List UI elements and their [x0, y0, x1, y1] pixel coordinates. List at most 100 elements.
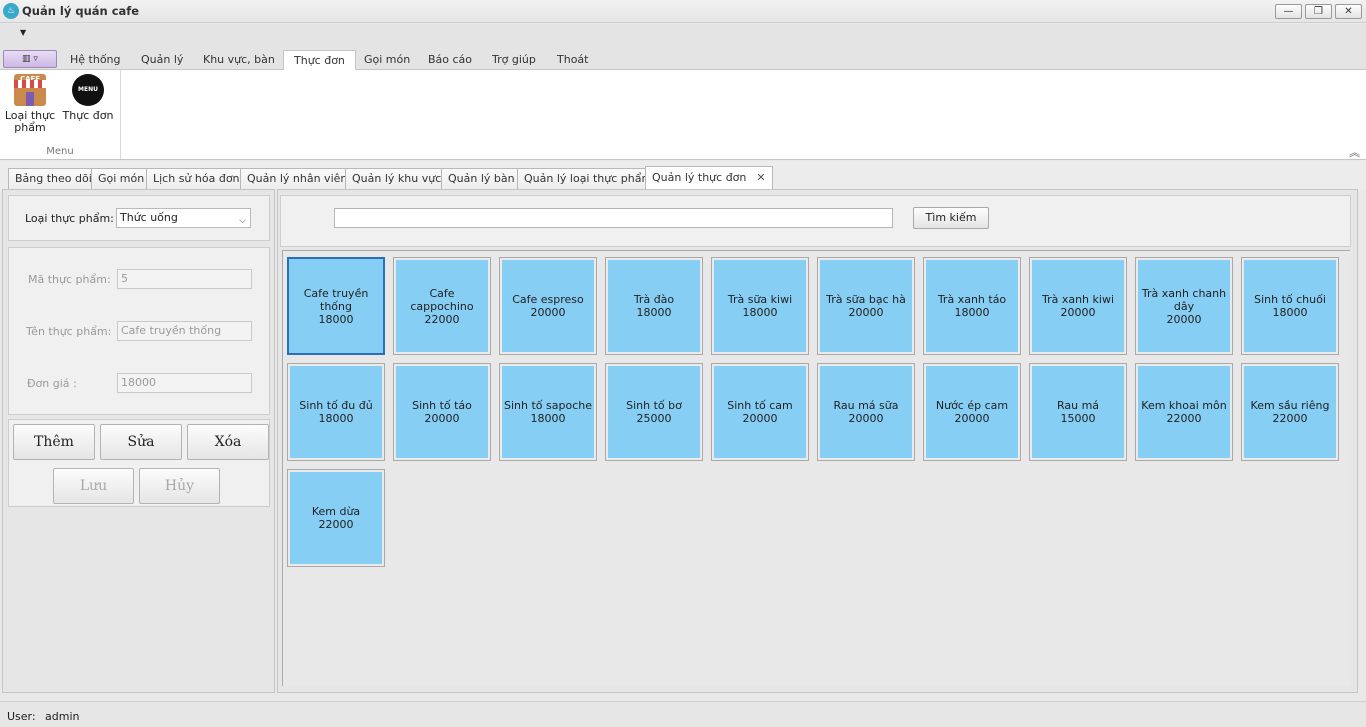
menu-item-tile[interactable]: Rau má 15000 — [1029, 363, 1127, 461]
application-menu-button[interactable]: ▥ ▿ — [3, 50, 57, 68]
price-label: Đơn giá : — [27, 377, 77, 390]
doc-tab-quan-ly-loai-thuc-pham[interactable]: Quản lý loại thực phẩm — [517, 168, 660, 190]
delete-button[interactable]: Xóa — [187, 424, 269, 460]
menu-item-price: 20000 — [1060, 306, 1096, 319]
doc-tab-quan-ly-nhan-vien[interactable]: Quản lý nhân viên — [240, 168, 355, 190]
menu-item-tile[interactable]: Trà xanh chanh dây 20000 — [1135, 257, 1233, 355]
menu-item-tile[interactable]: Cafe cappochino 22000 — [393, 257, 491, 355]
doc-tab-label: Quản lý thực đơn — [652, 171, 747, 184]
ribbon-tab-thuc-don[interactable]: Thực đơn — [283, 50, 356, 71]
menu-badge-icon: MENU — [72, 74, 104, 106]
save-button[interactable]: Lưu — [53, 468, 134, 504]
close-tab-icon[interactable]: ✕ — [756, 171, 765, 184]
app-icon: ♨ — [3, 3, 19, 19]
cancel-button[interactable]: Hủy — [139, 468, 220, 504]
menu-item-tile[interactable]: Nước ép cam 20000 — [923, 363, 1021, 461]
menu-item-price: 20000 — [954, 412, 990, 425]
search-input[interactable] — [334, 208, 893, 228]
ribbon-tab-bao-cao[interactable]: Báo cáo — [418, 50, 482, 71]
quick-access-toolbar — [0, 24, 1366, 46]
menu-item-price: 20000 — [530, 306, 566, 319]
menu-item-price: 20000 — [742, 412, 778, 425]
menu-item-price: 22000 — [318, 518, 354, 531]
restore-button[interactable]: ❐ — [1305, 4, 1332, 19]
ribbon-tab-thoat[interactable]: Thoát — [547, 50, 598, 71]
quick-access-dropdown-icon[interactable]: ▼ — [20, 28, 26, 37]
menu-item-name: Sinh tố táo — [412, 399, 472, 412]
menu-item-price: 22000 — [424, 312, 460, 326]
menu-item-price: 22000 — [1166, 412, 1202, 425]
menu-item-price: 20000 — [848, 412, 884, 425]
menu-item-name: Sinh tố cam — [727, 399, 793, 412]
menu-item-name: Cafe espreso — [512, 293, 584, 306]
chevron-down-icon: ⌵ — [239, 216, 246, 226]
menu-item-name: Sinh tố bơ — [626, 399, 682, 412]
ribbon-group-label: Menu — [46, 146, 74, 157]
menu-item-price: 18000 — [1272, 306, 1308, 319]
menu-item-tile[interactable]: Trà xanh táo 18000 — [923, 257, 1021, 355]
collapse-ribbon-icon[interactable]: ︽ — [1349, 144, 1360, 160]
menu-item-tile[interactable]: Cafe espreso 20000 — [499, 257, 597, 355]
menu-item-tile[interactable]: Sinh tố cam 20000 — [711, 363, 809, 461]
thuc-don-button[interactable]: MENU Thực đơn — [62, 74, 114, 122]
menu-item-tile[interactable]: Trà đào 18000 — [605, 257, 703, 355]
category-panel: Loại thực phẩm: Thức uống ⌵ — [8, 195, 270, 241]
doc-tab-bang-theo-doi[interactable]: Bảng theo dõi — [8, 168, 99, 190]
menu-item-tile[interactable]: Sinh tố bơ 25000 — [605, 363, 703, 461]
name-field[interactable]: Cafe truyền thống — [117, 321, 252, 341]
ribbon-tab-he-thong[interactable]: Hệ thống — [60, 50, 131, 71]
doc-tab-quan-ly-khu-vuc[interactable]: Quản lý khu vực — [345, 168, 449, 190]
name-label: Tên thực phẩm: — [26, 325, 112, 338]
title-bar: ♨ Quản lý quán cafe — ❐ ✕ — [0, 0, 1366, 23]
category-select[interactable]: Thức uống ⌵ — [116, 208, 251, 228]
menu-item-tile[interactable]: Sinh tố sapoche 18000 — [499, 363, 597, 461]
menu-item-tile[interactable]: Sinh tố táo 20000 — [393, 363, 491, 461]
code-label: Mã thực phẩm: — [28, 273, 111, 286]
menu-item-tile[interactable]: Kem khoai môn 22000 — [1135, 363, 1233, 461]
code-field[interactable]: 5 — [117, 269, 252, 289]
doc-tab-quan-ly-ban[interactable]: Quản lý bàn — [441, 168, 522, 190]
minimize-button[interactable]: — — [1275, 4, 1302, 19]
menu-item-price: 25000 — [636, 412, 672, 425]
menu-item-price: 18000 — [318, 312, 354, 326]
price-field[interactable]: 18000 — [117, 373, 252, 393]
close-button[interactable]: ✕ — [1335, 4, 1362, 19]
menu-item-tile[interactable]: Rau má sữa 20000 — [817, 363, 915, 461]
edit-button[interactable]: Sửa — [100, 424, 182, 460]
menu-item-price: 20000 — [424, 412, 460, 425]
menu-item-name: Trà xanh kiwi — [1041, 293, 1115, 306]
menu-item-name: Cafe cappochino — [410, 286, 474, 313]
menu-item-tile[interactable]: Sinh tố chuối 18000 — [1241, 257, 1339, 355]
menu-item-price: 22000 — [1272, 412, 1308, 425]
doc-tab-lich-su-hoa-don[interactable]: Lịch sử hóa đơn — [146, 168, 247, 190]
menu-item-price: 18000 — [318, 412, 354, 425]
loai-thuc-pham-label: Loại thực phẩm — [4, 109, 56, 134]
menu-item-name: Trà đào — [633, 293, 675, 306]
menu-item-tile[interactable]: Sinh tố đu đủ 18000 — [287, 363, 385, 461]
menu-item-name: Nước ép cam — [935, 399, 1009, 412]
menu-item-name: Kem sầu riêng — [1250, 399, 1330, 412]
menu-item-price: 18000 — [742, 306, 778, 319]
ribbon-tab-tro-giup[interactable]: Trợ giúp — [482, 50, 546, 71]
thuc-don-label: Thực đơn — [62, 109, 114, 122]
loai-thuc-pham-button[interactable]: CAFE Loại thực phẩm — [4, 74, 56, 134]
menu-item-tile[interactable]: Cafe truyền thống 18000 — [287, 257, 385, 355]
menu-item-name: Rau má — [1056, 399, 1100, 412]
menu-item-tile[interactable]: Trà xanh kiwi 20000 — [1029, 257, 1127, 355]
detail-panel: Mã thực phẩm: 5 Tên thực phẩm: Cafe truy… — [8, 247, 270, 415]
category-label: Loại thực phẩm: — [25, 212, 114, 225]
ribbon-tab-khu-vuc-ban[interactable]: Khu vực, bàn — [193, 50, 285, 71]
cafe-shop-icon: CAFE — [14, 74, 46, 106]
doc-tab-goi-mon[interactable]: Gọi món — [91, 168, 152, 190]
menu-item-price: 20000 — [1166, 312, 1202, 326]
menu-item-name: Sinh tố chuối — [1254, 293, 1326, 306]
ribbon-tab-quan-ly[interactable]: Quản lý — [131, 50, 193, 71]
menu-item-tile[interactable]: Kem dừa 22000 — [287, 469, 385, 567]
menu-item-tile[interactable]: Kem sầu riêng 22000 — [1241, 363, 1339, 461]
ribbon-tab-goi-mon[interactable]: Gọi món — [354, 50, 420, 71]
doc-tab-quan-ly-thuc-don[interactable]: Quản lý thực đơn ✕ — [645, 166, 773, 190]
search-button[interactable]: Tìm kiếm — [913, 207, 989, 229]
menu-item-tile[interactable]: Trà sữa kiwi 18000 — [711, 257, 809, 355]
menu-item-tile[interactable]: Trà sữa bạc hà 20000 — [817, 257, 915, 355]
add-button[interactable]: Thêm — [13, 424, 95, 460]
